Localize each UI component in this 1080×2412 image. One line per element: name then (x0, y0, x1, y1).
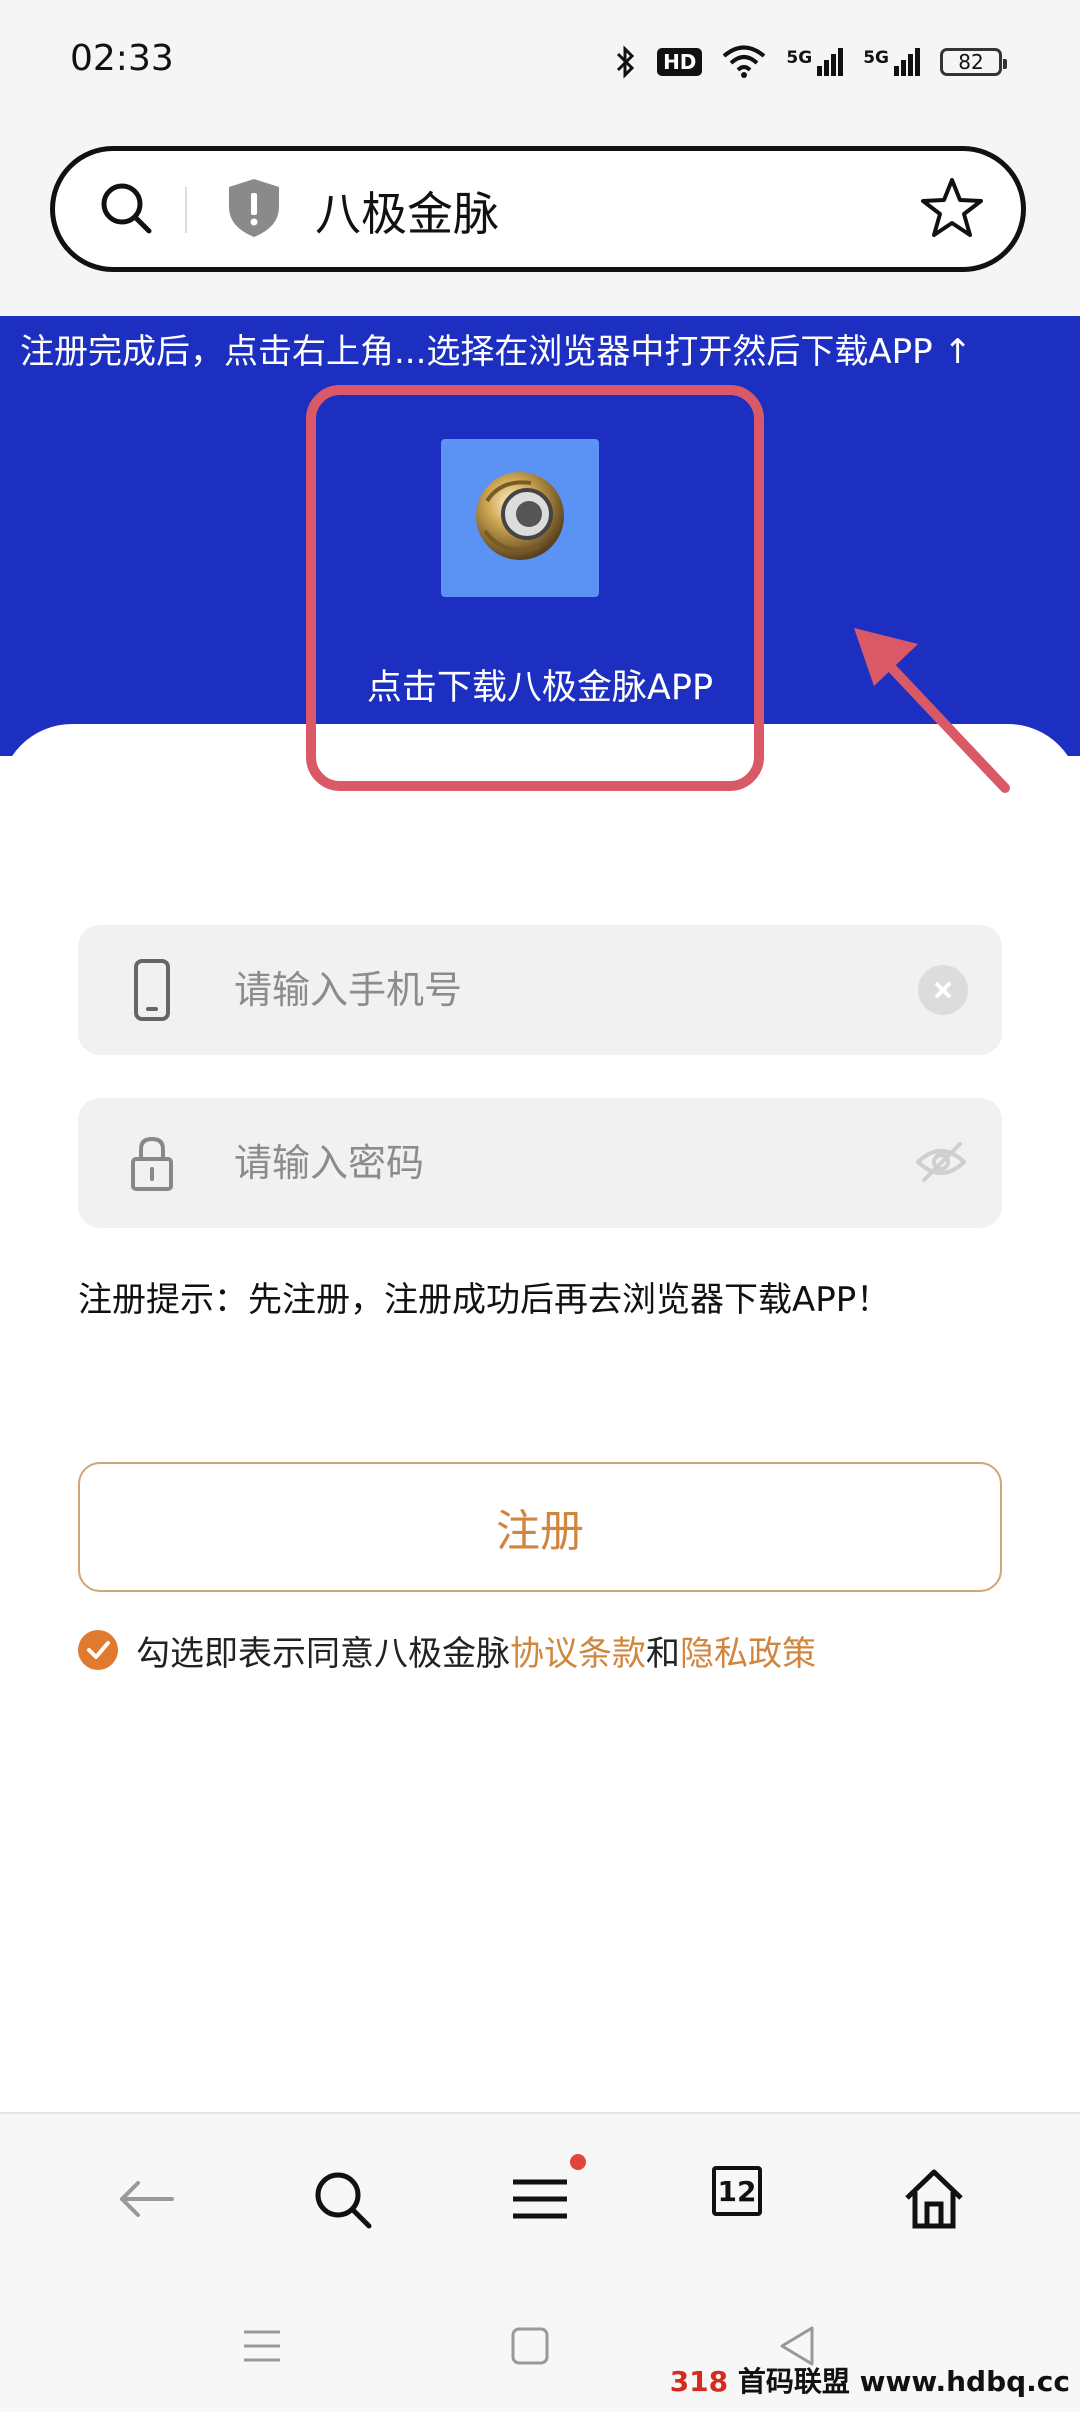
signal-2-icon: 5G (863, 48, 920, 76)
annotation-highlight-box (306, 385, 764, 791)
password-input[interactable] (234, 1130, 854, 1196)
close-icon (934, 981, 952, 999)
phone-icon (134, 959, 170, 1021)
agree-text: 勾选即表示同意八极金脉 (136, 1633, 510, 1674)
status-icons: HD 5G 5G 82 (615, 38, 1007, 86)
divider (185, 187, 187, 233)
star-icon[interactable] (917, 173, 987, 243)
annotation-arrow-icon (854, 628, 1010, 793)
hd-badge: HD (657, 48, 703, 76)
signal-1-icon: 5G (786, 48, 844, 76)
tabs-button[interactable]: 12 (712, 2166, 762, 2216)
phone-field[interactable] (78, 925, 1002, 1055)
watermark: 318 首码联盟 www.hdbq.cc (670, 2360, 1070, 2400)
terms-link[interactable]: 协议条款 (510, 1626, 646, 1675)
address-bar[interactable]: 八极金脉 (50, 146, 1026, 272)
notification-dot (570, 2154, 586, 2170)
browser-bottom-nav: 12 (0, 2112, 1080, 2282)
agree-checkbox[interactable] (78, 1630, 118, 1670)
bluetooth-icon (617, 45, 635, 79)
status-time: 02:33 (70, 38, 174, 79)
back-arrow-icon[interactable] (112, 2164, 182, 2234)
battery-level: 82 (958, 50, 984, 74)
battery-icon: 82 (940, 48, 1007, 76)
eye-off-icon[interactable] (914, 1138, 968, 1186)
password-field[interactable] (78, 1098, 1002, 1228)
watermark-logo: 318 (669, 2365, 729, 2398)
check-icon (87, 1641, 110, 1659)
register-tip: 注册提示：先注册，注册成功后再去浏览器下载APP！ (78, 1280, 891, 1320)
clear-button[interactable] (918, 965, 968, 1015)
address-query[interactable]: 八极金脉 (315, 178, 499, 244)
wifi-icon (723, 45, 766, 78)
and-text: 和 (646, 1633, 680, 1674)
lock-icon (131, 1136, 173, 1191)
privacy-link[interactable]: 隐私政策 (680, 1626, 816, 1675)
home-square-icon[interactable] (500, 2316, 560, 2376)
menu-icon[interactable] (505, 2164, 575, 2234)
browser-toolbar: 八极金脉 (0, 130, 1080, 316)
recents-menu-icon[interactable] (232, 2316, 292, 2376)
home-icon[interactable] (899, 2164, 969, 2234)
register-button[interactable]: 注册 (78, 1462, 1002, 1592)
watermark-text: 首码联盟 www.hdbq.cc (737, 2365, 1070, 2398)
agreement-row: 勾选即表示同意八极金脉 协议条款 和 隐私政策 (78, 1626, 816, 1675)
search-icon[interactable] (95, 177, 159, 241)
phone-input[interactable] (234, 957, 854, 1023)
shield-icon[interactable] (223, 175, 285, 241)
status-bar: 02:33 HD 5G 5G 82 (0, 0, 1080, 130)
banner-tip: 注册完成后，点击右上角...选择在浏览器中打开然后下载APP ↑ (20, 332, 972, 372)
search-icon[interactable] (307, 2164, 377, 2234)
